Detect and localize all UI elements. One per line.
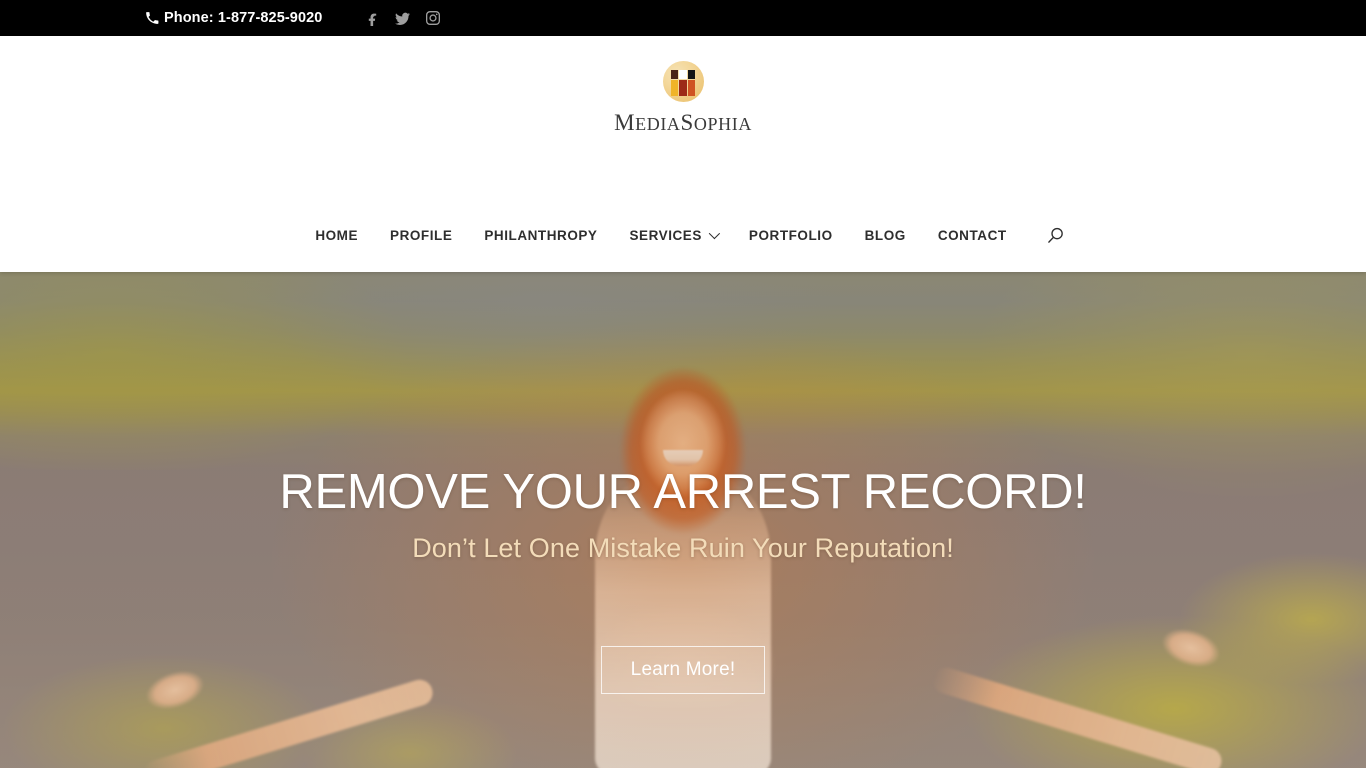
hero-content: REMOVE YOUR ARREST RECORD! Don’t Let One… [0,272,1366,768]
logo-block-1 [671,69,679,79]
wordmark-s: S [680,110,694,135]
top-bar: Phone: 1-877-825-9020 [0,0,1366,36]
logo-block-3 [687,69,695,79]
instagram-icon[interactable] [424,10,441,27]
nav-label: PHILANTHROPY [484,227,598,243]
phone-text: Phone: 1-877-825-9020 [164,10,323,26]
nav-item-home[interactable]: HOME [299,228,374,243]
phone-icon [145,10,159,26]
site-header: MEDIASOPHIA HOME PROFILE PHILANTHROPY SE… [0,36,1366,272]
hero-banner: REMOVE YOUR ARREST RECORD! Don’t Let One… [0,272,1366,768]
nav-item-blog[interactable]: BLOG [849,228,922,243]
nav-label: CONTACT [937,227,1007,243]
wordmark-ophia: OPHIA [693,114,752,134]
top-bar-inner: Phone: 1-877-825-9020 [143,10,1223,27]
hero-subtitle: Don’t Let One Mistake Ruin Your Reputati… [412,533,954,563]
mediasophia-logo-icon [662,61,704,102]
main-navigation: HOME PROFILE PHILANTHROPY SERVICES PORTF… [0,224,1366,246]
nav-label: HOME [315,227,359,243]
nav-item-portfolio[interactable]: PORTFOLIO [733,228,849,243]
learn-more-button[interactable]: Learn More! [600,646,766,694]
wordmark-m: M [614,110,636,135]
nav-item-contact[interactable]: CONTACT [922,228,1023,243]
nav-label: BLOG [864,227,906,243]
hero-title: REMOVE YOUR ARREST RECORD! [279,465,1087,519]
nav-label: PORTFOLIO [748,227,833,243]
logo-block-2 [679,69,687,79]
nav-item-philanthropy[interactable]: PHILANTHROPY [468,228,613,243]
twitter-icon[interactable] [394,10,411,27]
phone-block[interactable]: Phone: 1-877-825-9020 [145,10,322,26]
nav-label: PROFILE [390,227,453,243]
chevron-down-icon [708,227,720,240]
wordmark-edia: EDIA [635,114,681,134]
facebook-icon[interactable] [364,10,381,27]
logo[interactable]: MEDIASOPHIA [0,36,1366,134]
nav-list: HOME PROFILE PHILANTHROPY SERVICES PORTF… [299,228,1022,243]
logo-blocks [671,69,695,96]
search-icon[interactable] [1045,224,1067,246]
social-links [364,10,441,27]
logo-wordmark: MEDIASOPHIA [614,111,752,134]
logo-block-6 [687,79,695,96]
nav-label: SERVICES [629,227,702,243]
logo-block-5 [679,79,687,96]
logo-block-4 [671,79,679,96]
nav-item-services[interactable]: SERVICES [613,228,732,243]
nav-item-profile[interactable]: PROFILE [374,228,468,243]
